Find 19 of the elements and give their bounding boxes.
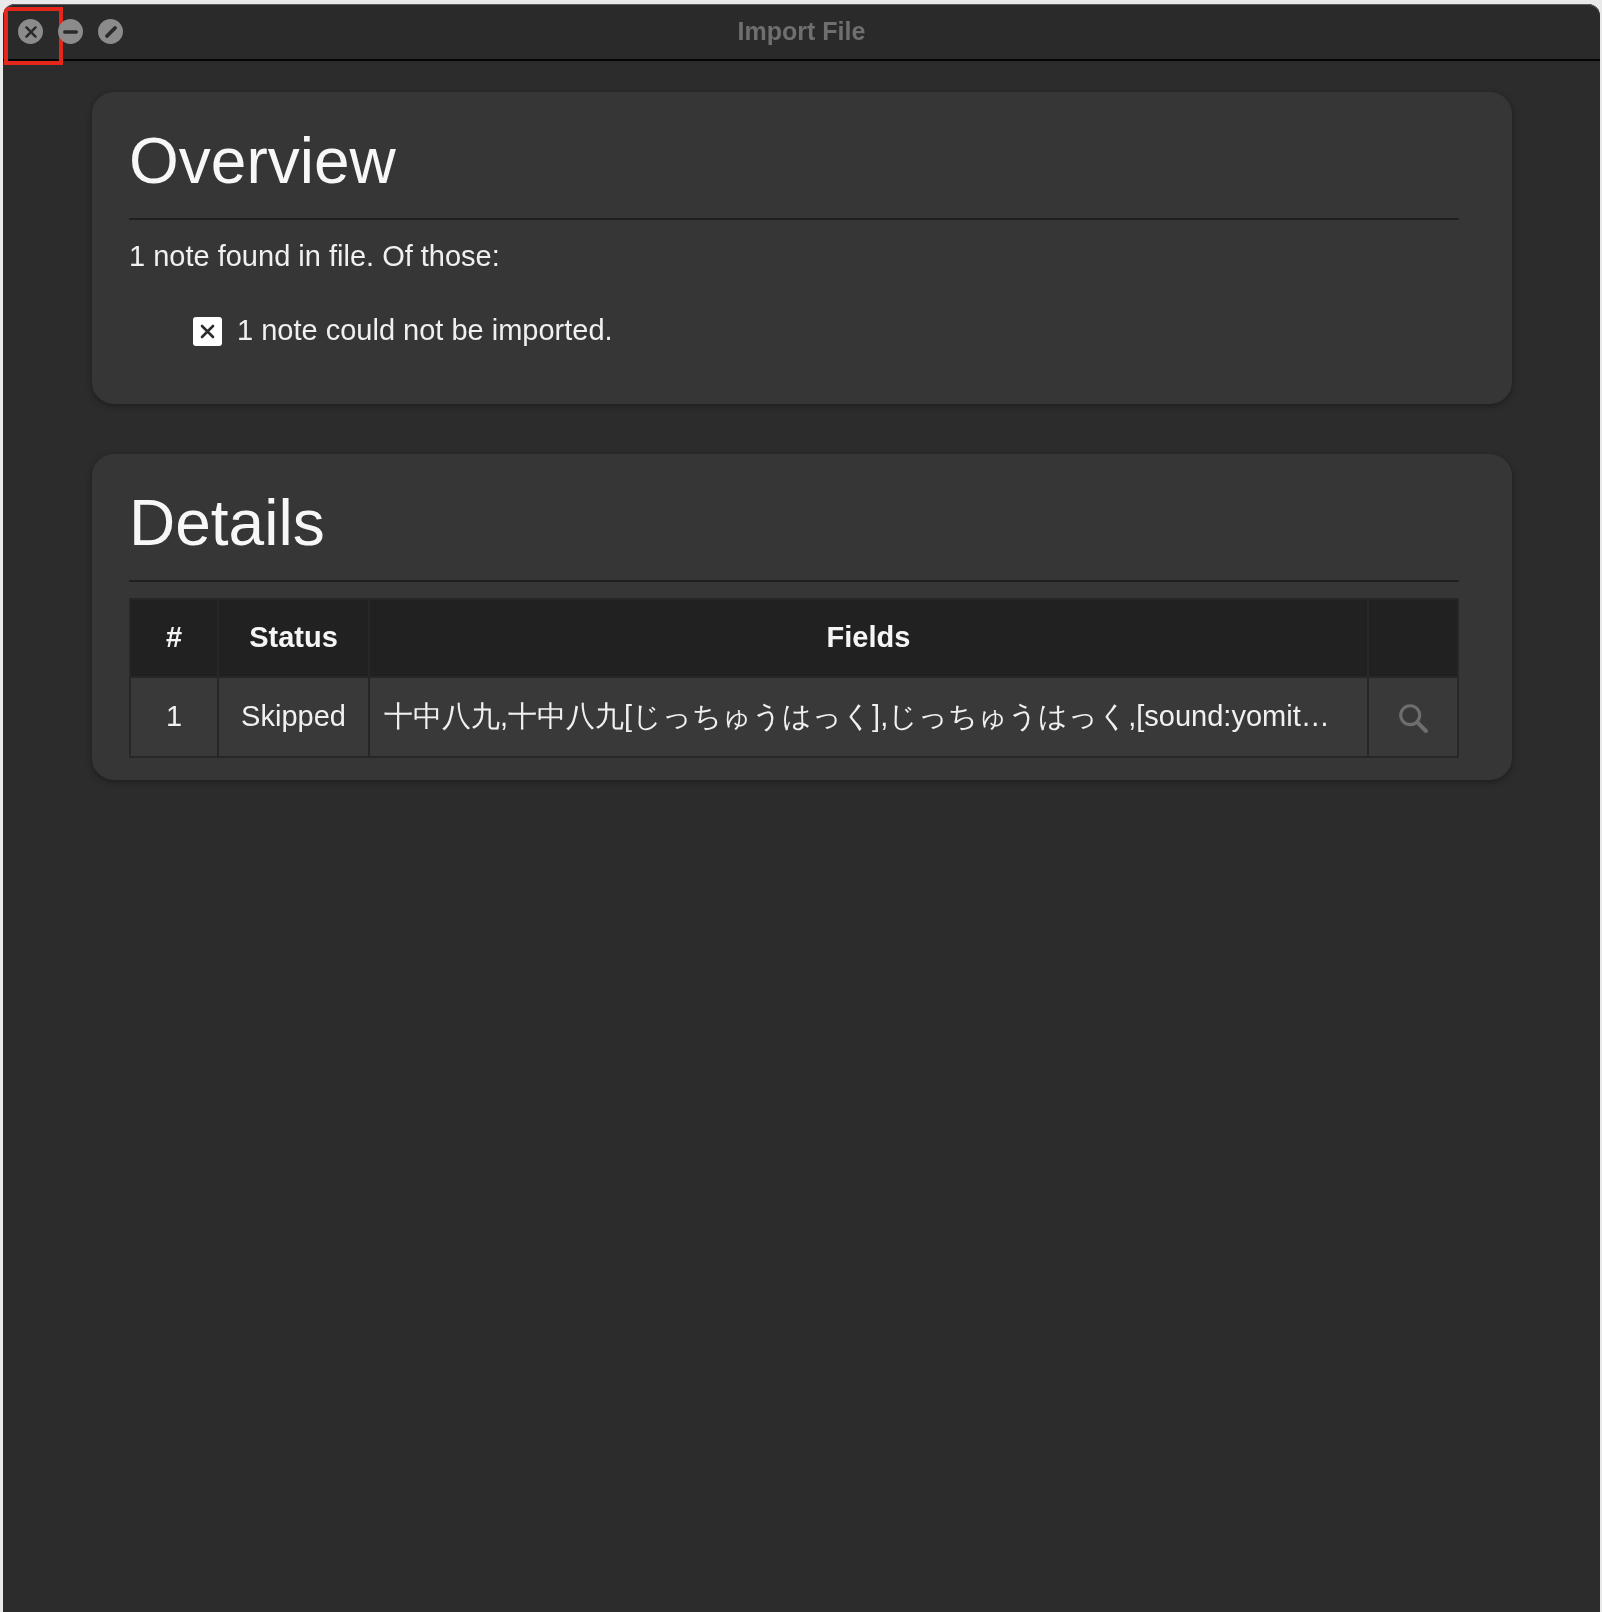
table-cell: 1 bbox=[130, 676, 218, 757]
summary-text: 1 note found in file. Of those: bbox=[129, 238, 500, 274]
result-text: 1 note could not be imported. bbox=[237, 313, 613, 349]
window-title: Import File bbox=[737, 17, 866, 46]
search-icon[interactable] bbox=[1398, 704, 1428, 734]
close-icon bbox=[24, 25, 37, 38]
close-button[interactable] bbox=[18, 19, 43, 44]
minimize-button[interactable] bbox=[58, 19, 83, 44]
table-cell: Skipped bbox=[218, 676, 369, 757]
column-header: Status bbox=[218, 598, 369, 677]
table-cell: 十中八九,十中八九[じっちゅうはっく],じっちゅうはっく,[sound:yomit… bbox=[369, 676, 1368, 757]
column-header: Fields bbox=[369, 598, 1368, 677]
slash-icon bbox=[104, 25, 117, 38]
minus-icon bbox=[63, 29, 78, 34]
section-heading: Details bbox=[129, 487, 325, 561]
x-mark-icon bbox=[193, 316, 222, 346]
column-header: # bbox=[130, 598, 218, 677]
section-heading: Overview bbox=[129, 125, 396, 199]
fullscreen-button[interactable] bbox=[98, 19, 123, 44]
